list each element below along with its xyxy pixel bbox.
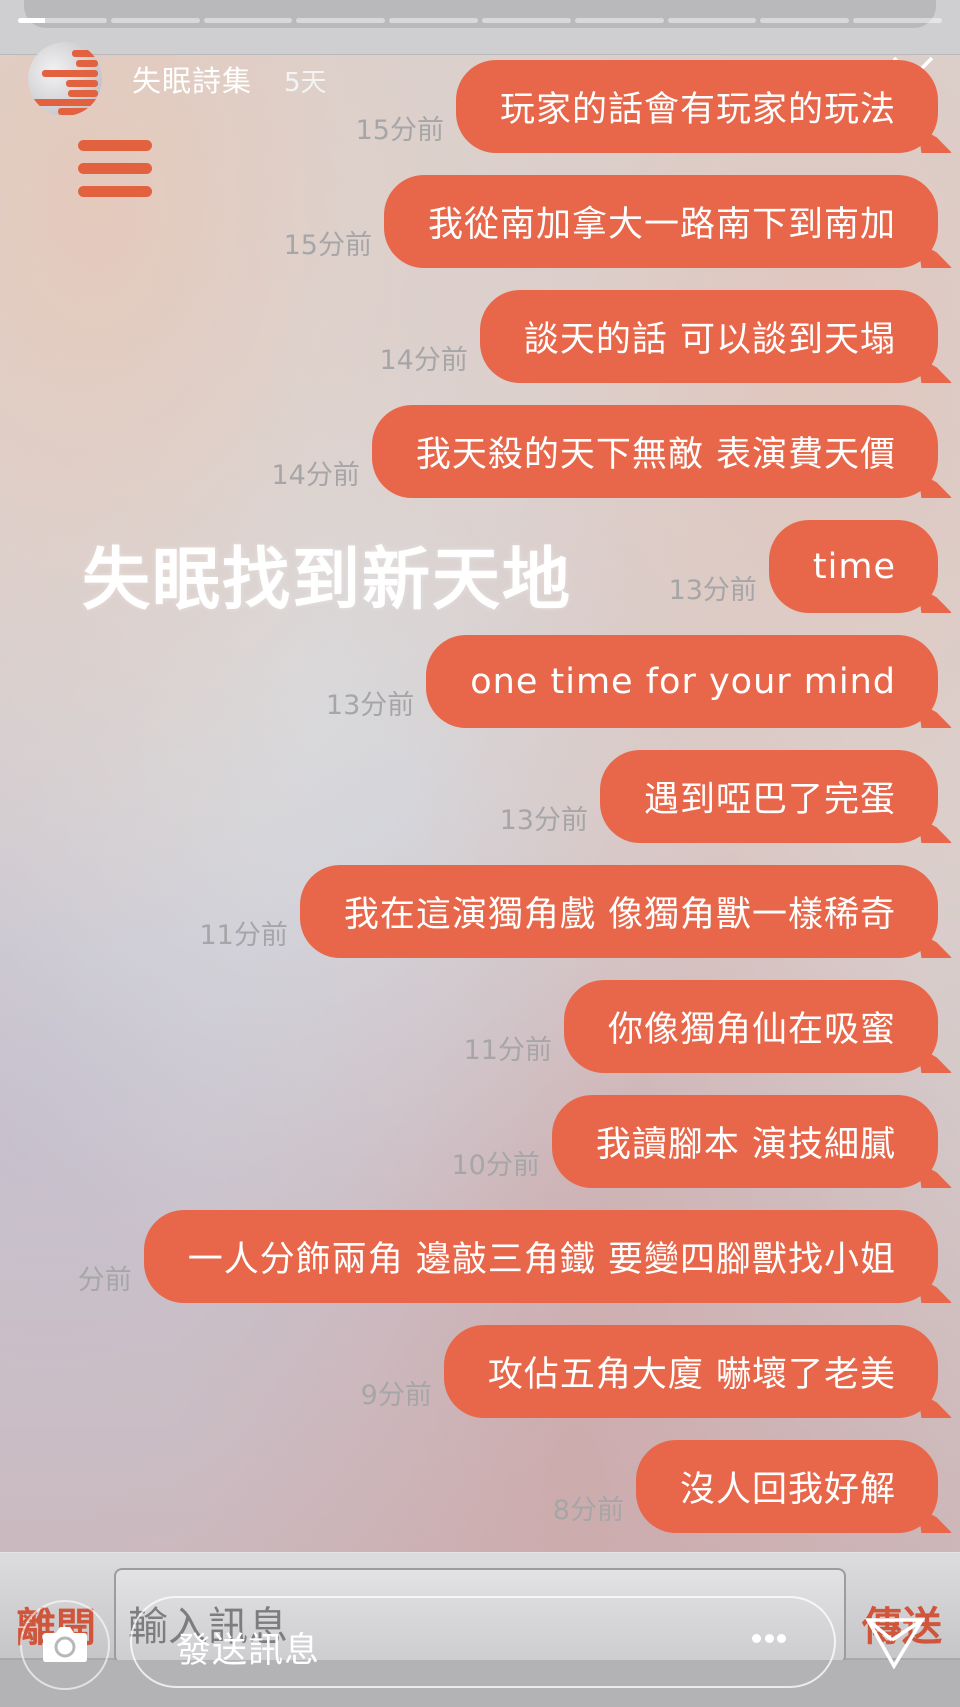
chat-message: 9分前 攻佔五角大廈 嚇壞了老美 [361,1325,938,1418]
progress-segment [853,18,942,23]
progress-segment [389,18,478,23]
chat-message: 13分前 遇到啞巴了完蛋 [500,750,938,843]
message-timestamp: 14分前 [271,460,360,491]
chat-message: 11分前 你像獨角仙在吸蜜 [464,980,938,1073]
chat-message: 14分前 我天殺的天下無敵 表演費天價 [271,405,938,498]
message-timestamp: 9分前 [360,1380,432,1411]
message-timestamp: 11分前 [463,1035,552,1066]
chat-message: 13分前 time [669,520,938,613]
message-bubble: 我天殺的天下無敵 表演費天價 [371,405,938,498]
chat-message: 11分前 我在這演獨角戲 像獨角獸一樣稀奇 [199,865,938,958]
progress-segment [481,18,571,23]
message-bubble: 我在這演獨角戲 像獨角獸一樣稀奇 [299,865,938,958]
chat-message: 分前 一人分飾兩角 邊敲三角鐵 要變四腳獸找小姐 [78,1210,938,1303]
message-timestamp: 15分前 [283,230,372,261]
progress-segment [574,18,664,23]
message-bubble: 沒人回我好解 [635,1440,938,1533]
message-timestamp: 10分前 [451,1150,540,1181]
message-timestamp: 11分前 [199,920,288,951]
chat-message: 8分前 沒人回我好解 [553,1440,938,1533]
send-direct-icon[interactable] [864,1614,926,1670]
message-bubble: 談天的話 可以談到天塌 [479,290,938,383]
more-options-icon[interactable] [752,1633,786,1643]
message-timestamp: 8分前 [552,1495,624,1526]
message-bubble: 你像獨角仙在吸蜜 [563,980,938,1073]
message-timestamp: 14分前 [379,345,468,376]
message-bubble: 我讀腳本 演技細膩 [551,1095,938,1188]
message-bubble: 攻佔五角大廈 嚇壞了老美 [443,1325,938,1418]
story-progress-bar [18,18,942,23]
avatar[interactable] [28,42,102,116]
chat-message: 10分前 我讀腳本 演技細膩 [451,1095,938,1188]
chat-message: 15分前 玩家的話會有玩家的玩法 [356,60,938,153]
hamburger-menu-icon [78,140,152,200]
message-bubble: 玩家的話會有玩家的玩法 [455,60,938,153]
message-bubble: 一人分飾兩角 邊敲三角鐵 要變四腳獸找小姐 [143,1210,938,1303]
message-bubble: one time for your mind [426,635,938,728]
status-strip [0,0,960,55]
status-pill [24,0,936,28]
message-bubble: time [768,520,938,613]
message-timestamp: 13分前 [499,805,588,836]
progress-segment [760,18,850,23]
story-author[interactable]: 失眠詩集 [132,58,252,100]
chat-message: 13分前 one time for your mind [326,635,938,728]
chat-message: 15分前 我從南加拿大一路南下到南加 [284,175,938,268]
progress-segment [18,18,107,23]
progress-segment [203,18,293,23]
story-age: 5天 [284,68,327,98]
story-overlay-title: 失眠找到新天地 [82,541,573,620]
reply-placeholder: 發送訊息 [176,1631,321,1671]
message-timestamp: 15分前 [355,115,444,146]
camera-icon [43,1627,87,1662]
message-timestamp: 13分前 [668,575,757,606]
message-bubble: 我從南加拿大一路南下到南加 [383,175,938,268]
progress-segment [667,18,757,23]
chat-message: 14分前 談天的話 可以談到天塌 [379,290,938,383]
message-timestamp: 分前 [77,1265,132,1296]
message-bubble: 遇到啞巴了完蛋 [599,750,938,843]
progress-segment [296,18,386,23]
message-timestamp: 13分前 [325,690,415,721]
progress-segment [110,18,200,23]
